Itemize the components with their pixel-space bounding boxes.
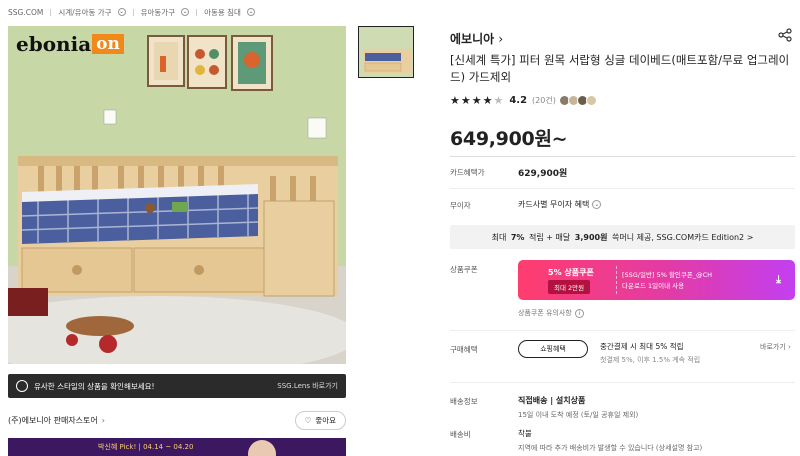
like-button[interactable]: ♡ 좋아요 — [294, 410, 346, 430]
card-benefit-value: 629,900원 — [518, 169, 568, 179]
rating-score: 4.2 — [509, 95, 528, 106]
brand-link[interactable]: 에보니아 › — [450, 30, 503, 47]
card-promo-suffix: 쓱머니 제공, SSG.COM카드 Edition2 — [612, 232, 745, 242]
installment-label: 무이자 — [450, 201, 471, 210]
lens-link[interactable]: SSG.Lens 바로가기 — [277, 381, 338, 391]
shipping-fee-value: 착불 — [518, 429, 532, 438]
download-icon[interactable]: ⤓ — [776, 273, 781, 287]
bed-illustration — [8, 26, 346, 364]
seller-store-link[interactable]: (주)에보니아 판매자스토어 — [8, 415, 98, 426]
purchase-benefit-subtext: 첫결제 5%, 이후 1.5% 계속 적립 — [600, 356, 701, 364]
brand-logo: ebonia on — [16, 32, 124, 56]
review-count: (20건) — [532, 96, 556, 105]
coupon-divider — [616, 266, 617, 294]
breadcrumb: SSG.COM 시계/유아동 가구 ⌄ 유아동가구 ⌄ 아동용 침대 ⌄ — [8, 4, 255, 20]
chevron-down-icon: ⌄ — [592, 200, 602, 209]
card-promo-amount: 3,900원 — [574, 232, 608, 242]
chevron-down-icon[interactable]: ⌄ — [246, 8, 255, 16]
shopping-benefit-button[interactable]: 쇼핑혜택 — [518, 340, 588, 358]
breadcrumb-divider — [196, 8, 198, 16]
info-icon: i — [574, 308, 584, 318]
purchase-benefit-text: 중간결제 시 최대 5% 적립 — [600, 342, 684, 351]
logo-text: ebonia — [16, 32, 92, 56]
product-title: [신세계 특가] 피터 원목 서랍형 싱글 데이베드(매트포함/무료 업그레이드… — [450, 53, 790, 84]
card-promo-banner[interactable]: 최대 7% 적립 + 매달 3,900원 쓱머니 제공, SSG.COM카드 E… — [450, 225, 795, 249]
card-promo-mid: 적립 + 매달 — [529, 232, 571, 242]
heart-icon: ♡ — [304, 415, 312, 425]
purchase-benefit-label: 구매혜택 — [450, 345, 478, 354]
thumbnail-illustration — [359, 27, 413, 77]
share-icon[interactable] — [778, 28, 792, 42]
product-main-image[interactable]: ebonia on — [8, 26, 346, 364]
chevron-right-icon: > — [746, 232, 754, 242]
coupon-max: 최대 2만원 — [548, 280, 591, 294]
logo-accent: on — [92, 34, 124, 54]
shipping-fee-note: 지역에 따라 추가 배송비가 발생할 수 있습니다 (상세설명 참고) — [518, 444, 703, 452]
divider — [450, 330, 795, 331]
breadcrumb-divider — [132, 8, 134, 16]
coupon-download-card[interactable]: 5% 상품쿠폰 최대 2만원 [SSG/일반] 5% 할인쿠폰_@CH 다운로드… — [518, 260, 795, 300]
coupon-notice-text: 상품쿠폰 유의사항 — [518, 309, 572, 317]
lens-text: 유사한 스타일의 상품을 확인해보세요! — [34, 381, 155, 391]
promo-model-image — [248, 440, 276, 456]
star-rating-icon: ★★★★★ — [450, 94, 505, 107]
breadcrumb-item-category3[interactable]: 아동용 침대 — [204, 7, 241, 18]
like-label: 좋아요 — [315, 415, 336, 425]
installment-text: 카드사별 무이자 혜택 — [518, 200, 590, 209]
installment-value[interactable]: 카드사별 무이자 혜택 ⌄ — [518, 199, 602, 210]
divider — [450, 188, 795, 189]
chevron-right-icon: › — [101, 415, 105, 425]
shipping-label: 배송정보 — [450, 397, 478, 406]
seller-store-row: (주)에보니아 판매자스토어 › ♡ 좋아요 — [8, 410, 346, 430]
purchase-more-link[interactable]: 바로가기 › — [760, 342, 791, 352]
product-thumbnail[interactable] — [358, 26, 414, 78]
ssg-lens-bar[interactable]: 유사한 스타일의 상품을 확인해보세요! SSG.Lens 바로가기 — [8, 374, 346, 398]
breadcrumb-item-category1[interactable]: 시계/유아동 가구 — [58, 7, 111, 18]
card-benefit-label: 카드혜택가 — [450, 168, 485, 177]
card-promo-prefix: 최대 — [491, 232, 507, 242]
breadcrumb-item-home[interactable]: SSG.COM — [8, 8, 43, 17]
promo-banner-text: 박신혜 Pick! | 04.14 ~ 04.20 — [98, 443, 194, 451]
chevron-down-icon[interactable]: ⌄ — [181, 8, 190, 16]
divider — [450, 156, 795, 157]
shipping-type: 직접배송 | 설치상품 — [518, 396, 586, 405]
brand-name: 에보니아 — [450, 32, 495, 46]
chevron-right-icon: › — [498, 32, 504, 46]
lens-icon — [16, 380, 28, 392]
coupon-notice-link[interactable]: 상품쿠폰 유의사항 i — [518, 308, 584, 318]
review-avatars — [558, 95, 597, 106]
shipping-eta: 15일 이내 도착 예정 (토/일 공휴일 제외) — [518, 411, 639, 419]
purchase-more-text: 바로가기 — [760, 343, 786, 351]
rating-row[interactable]: ★★★★★ 4.2 (20건) — [450, 94, 597, 107]
promo-banner[interactable]: 박신혜 Pick! | 04.14 ~ 04.20 — [8, 438, 346, 456]
shipping-fee-label: 배송비 — [450, 430, 471, 439]
breadcrumb-divider — [50, 8, 52, 16]
divider — [450, 382, 795, 383]
coupon-label: 상품쿠폰 — [450, 265, 478, 274]
breadcrumb-item-category2[interactable]: 유아동가구 — [141, 7, 176, 18]
chevron-down-icon[interactable]: ⌄ — [117, 8, 126, 16]
coupon-desc: [SSG/일반] 5% 할인쿠폰_@CH — [622, 271, 713, 279]
coupon-usage: 다운로드 1일이내 사용 — [622, 282, 685, 290]
product-price: 649,900원~ — [450, 128, 568, 150]
coupon-percent: 5% 상품쿠폰 — [548, 268, 594, 277]
card-promo-pct: 7% — [510, 232, 525, 242]
